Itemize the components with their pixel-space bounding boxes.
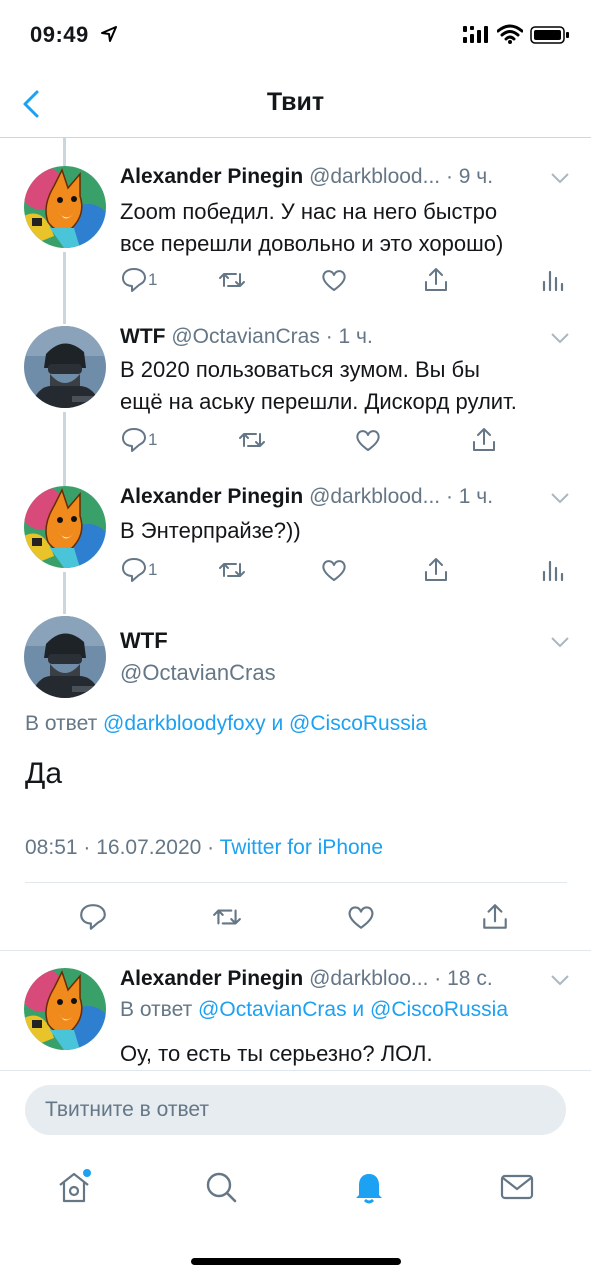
- tweet-text: В 2020 пользоваться зумом. Вы бы ещё на …: [120, 357, 517, 414]
- share-icon[interactable]: [422, 266, 450, 294]
- author-name[interactable]: WTF: [120, 325, 165, 348]
- author-handle[interactable]: @darkbloo...: [309, 967, 428, 990]
- home-indicator[interactable]: [191, 1258, 401, 1265]
- retweet-icon[interactable]: [238, 426, 266, 454]
- like-icon[interactable]: [346, 902, 376, 932]
- tweet-time: · 1 ч.: [325, 325, 373, 348]
- tweet-meta: 08:51 · 16.07.2020 · Twitter for iPhone: [25, 836, 383, 860]
- author-handle[interactable]: @darkblood...: [309, 485, 440, 508]
- tweet-header: Alexander Pinegin @darkbloo... · 18 с.: [120, 967, 493, 991]
- page-title: Твит: [266, 88, 325, 116]
- divider: [0, 950, 591, 951]
- tweet-header: Alexander Pinegin @darkblood... · 1 ч.: [120, 485, 493, 509]
- mention-link[interactable]: @OctavianCras: [198, 998, 347, 1021]
- reply-icon[interactable]: [120, 266, 148, 294]
- author-handle[interactable]: @OctavianCras: [171, 325, 320, 348]
- author-handle[interactable]: @OctavianCras: [120, 660, 276, 686]
- retweet-icon[interactable]: [218, 266, 246, 294]
- tweet-time: · 18 с.: [434, 967, 493, 990]
- tweet-time: · 9 ч.: [445, 165, 494, 188]
- header-divider: [0, 137, 591, 138]
- thread-line: [63, 252, 66, 324]
- like-icon[interactable]: [320, 556, 348, 584]
- reply-joiner: и: [352, 998, 365, 1021]
- reply-icon[interactable]: [120, 556, 148, 584]
- divider: [0, 1070, 591, 1071]
- divider: [25, 882, 567, 883]
- tweet-text: Да: [25, 757, 63, 790]
- retweet-icon[interactable]: [212, 902, 242, 932]
- thread-line: [63, 412, 66, 486]
- reply-joiner: и: [271, 712, 284, 735]
- reply-prefix: В ответ: [120, 998, 193, 1021]
- mention-link[interactable]: @darkbloodyfoxy: [103, 712, 266, 735]
- replying-to: В ответ @darkbloodyfoxy и @CiscoRussia: [25, 712, 427, 736]
- author-name[interactable]: Alexander Pinegin: [120, 165, 303, 188]
- chevron-down-icon[interactable]: [550, 492, 570, 504]
- replying-to: В ответ @OctavianCras и @CiscoRussia: [120, 998, 508, 1022]
- avatar[interactable]: [24, 616, 106, 698]
- tweet-text: В Энтерпрайзе?)): [120, 518, 301, 543]
- reply-icon[interactable]: [78, 902, 108, 932]
- chevron-down-icon[interactable]: [550, 172, 570, 184]
- analytics-icon[interactable]: [538, 556, 566, 584]
- reply-icon[interactable]: [120, 426, 148, 454]
- reply-prefix: В ответ: [25, 712, 98, 735]
- retweet-icon[interactable]: [218, 556, 246, 584]
- location-arrow-icon: [101, 26, 117, 42]
- reply-count: 1: [148, 560, 158, 579]
- author-name[interactable]: WTF: [120, 628, 168, 654]
- tweet-header: WTF @OctavianCras · 1 ч.: [120, 325, 373, 349]
- home-icon[interactable]: [56, 1169, 92, 1205]
- messages-icon[interactable]: [499, 1169, 535, 1205]
- avatar[interactable]: [24, 326, 106, 408]
- mention-link[interactable]: @CiscoRussia: [289, 712, 427, 735]
- author-name[interactable]: Alexander Pinegin: [120, 485, 303, 508]
- analytics-icon[interactable]: [538, 266, 566, 294]
- reply-placeholder: Твитните в ответ: [45, 1098, 209, 1121]
- notifications-icon[interactable]: [351, 1169, 387, 1205]
- signal-icon: [463, 26, 488, 43]
- share-icon[interactable]: [480, 902, 510, 932]
- chevron-down-icon[interactable]: [550, 332, 570, 344]
- like-icon[interactable]: [354, 426, 382, 454]
- battery-icon: [530, 26, 569, 44]
- reply-count: 1: [148, 430, 158, 449]
- author-name[interactable]: Alexander Pinegin: [120, 967, 303, 990]
- chevron-down-icon[interactable]: [550, 636, 570, 648]
- search-icon[interactable]: [203, 1169, 239, 1205]
- chevron-down-icon[interactable]: [550, 974, 570, 986]
- share-icon[interactable]: [422, 556, 450, 584]
- avatar[interactable]: [24, 486, 106, 568]
- reply-count: 1: [148, 270, 158, 289]
- like-icon[interactable]: [320, 266, 348, 294]
- avatar[interactable]: [24, 968, 106, 1050]
- tweet-text: Zoom победил. У нас на него быстро все п…: [120, 199, 504, 256]
- wifi-icon: [497, 24, 523, 44]
- thread-line: [63, 572, 66, 614]
- mention-link[interactable]: @CiscoRussia: [370, 998, 508, 1021]
- thread-line: [63, 138, 66, 168]
- tweet-header: Alexander Pinegin @darkblood... · 9 ч.: [120, 165, 493, 189]
- status-time: 09:49: [30, 22, 89, 47]
- tweet-time: · 1 ч.: [445, 485, 494, 508]
- author-handle[interactable]: @darkblood...: [309, 165, 440, 188]
- tweet-source[interactable]: Twitter for iPhone: [220, 836, 383, 859]
- tweet-datetime: 08:51 · 16.07.2020 ·: [25, 836, 215, 859]
- share-icon[interactable]: [470, 426, 498, 454]
- avatar[interactable]: [24, 166, 106, 248]
- tweet-text: Оу, то есть ты серьезно? ЛОЛ.: [120, 1041, 433, 1066]
